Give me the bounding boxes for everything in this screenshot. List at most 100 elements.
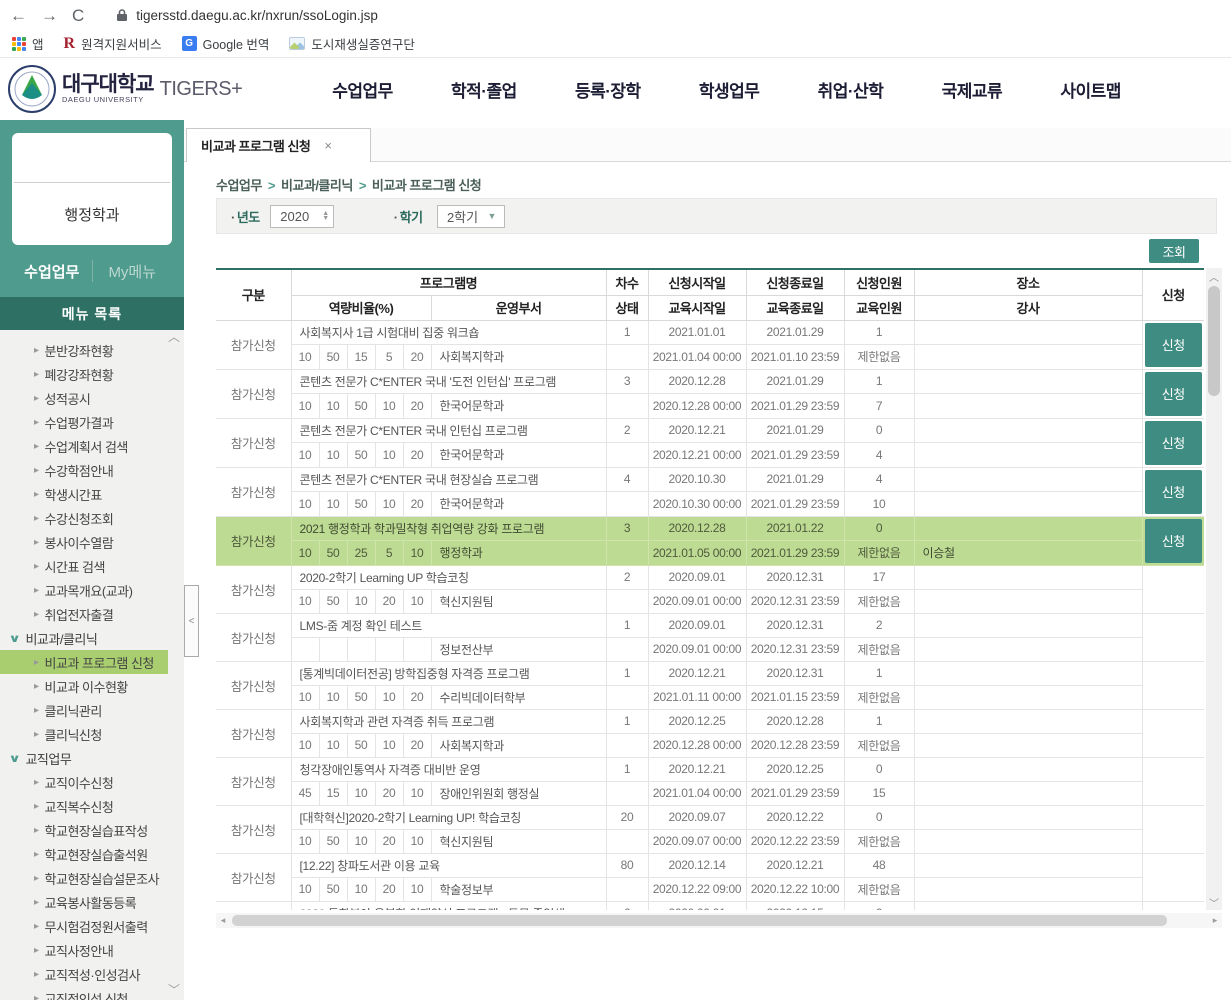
nav-international[interactable]: 국제교류 [942,77,1003,102]
apply-button[interactable]: 신청 [1145,421,1203,465]
sidebar-item[interactable]: ▸교육봉사활동등록 [0,890,184,914]
sidebar-item[interactable]: ▸무시험검정원서출력 [0,914,184,938]
spinner-arrows-icon[interactable]: ▲▼ [319,211,333,221]
apply-button[interactable]: 신청 [1145,519,1203,563]
col-status: 상태 [606,295,648,320]
table-vertical-scrollbar[interactable]: ︿ ﹀ [1206,268,1222,910]
cell-program-name: LMS-줌 계정 확인 테스트 [291,613,606,637]
program-row: 참가신청[12.22] 창파도서관 이용 교육802020.12.142020.… [216,853,1204,877]
nav-career[interactable]: 취업·산학 [818,77,884,102]
sidebar-group[interactable]: ∨교직업무 [0,746,184,770]
sidebar-item[interactable]: ▸수강신청조회 [0,506,184,530]
cell-department: 혁신지원팀 [431,829,606,853]
nav-registration[interactable]: 등록·장학 [575,77,641,102]
scrollbar-thumb[interactable] [232,915,1167,926]
cell-place [914,369,1142,394]
cell-ratio: 10 [291,877,319,901]
sidebar-item[interactable]: ▸교직사정안내 [0,938,184,962]
apply-button[interactable]: 신청 [1145,323,1203,367]
sidebar-group[interactable]: ∨비교과/클리닉 [0,626,184,650]
sidebar-item[interactable]: ▸학교현장실습설문조사 [0,866,184,890]
forward-icon[interactable]: → [41,7,58,24]
sidebar-item[interactable]: ▸비교과 이수현황 [0,674,184,698]
sidebar-item[interactable]: ▸시간표 검색 [0,554,184,578]
sidebar-item[interactable]: ▸봉사이수열람 [0,530,184,554]
sidebar-item[interactable]: ▸클리닉관리 [0,698,184,722]
table-horizontal-scrollbar[interactable]: ◂ ▸ [216,913,1222,928]
triangle-right-icon: ▸ [34,513,39,524]
nav-student-affairs[interactable]: 학생업무 [699,77,760,102]
bookmark-label: 앱 [32,34,44,53]
chevron-down-icon: ∨ [8,752,20,765]
scroll-left-icon[interactable]: ◂ [216,913,230,928]
nav-sitemap[interactable]: 사이트맵 [1060,77,1121,102]
close-icon[interactable]: × [324,138,332,153]
scroll-down-icon[interactable]: ﹀ [168,981,180,998]
triangle-right-icon: ▸ [34,345,39,356]
sidebar-item-label: 폐강강좌현황 [45,365,114,384]
scrollbar-thumb[interactable] [1208,286,1220,396]
scroll-up-icon[interactable]: ︿ [168,330,180,345]
brand[interactable]: 대구대학교 DAEGU UNIVERSITY TIGERS+ [62,74,242,104]
sidebar-item[interactable]: ▸교직복수신청 [0,794,184,818]
sidebar-item[interactable]: ▸수업평가결과 [0,410,184,434]
cell-apply-count: 0 [844,901,914,910]
scroll-right-icon[interactable]: ▸ [1208,913,1222,928]
triangle-right-icon: ▸ [34,777,39,788]
sidebar-item[interactable]: ▸교직적성·인성검사 [0,962,184,986]
cell-place [914,709,1142,733]
sidebar-item[interactable]: ▸폐강강좌현황 [0,362,184,386]
cell-apply-start: 2020.09.01 [648,565,746,589]
sidebar-item[interactable]: ▸교과목개요(교과) [0,578,184,602]
nav-records[interactable]: 학적·졸업 [451,77,517,102]
search-button[interactable]: 조회 [1149,239,1199,263]
sidebar-item[interactable]: ▸교직이수신청 [0,770,184,794]
sidebar-tab-mymenu[interactable]: My메뉴 [93,261,173,282]
cell-place [914,661,1142,685]
cell-apply-start: 2020.12.14 [648,853,746,877]
cell-status [606,781,648,805]
nav-classes[interactable]: 수업업무 [332,77,393,102]
cell-edu-end: 2021.01.10 23:59 [746,345,844,370]
bookmark-research-group[interactable]: 도시재생실증연구단 [289,34,415,53]
sidebar-item[interactable]: ▸취업전자출결 [0,602,184,626]
apply-button[interactable]: 신청 [1145,470,1203,514]
sidebar-item[interactable]: ▸클리닉신청 [0,722,184,746]
cell-apply-start: 2020.12.21 [648,757,746,781]
reload-icon[interactable]: C [72,7,84,24]
sidebar-item[interactable]: ▸수강학점안내 [0,458,184,482]
cell-edu-count: 15 [844,781,914,805]
sidebar-item-active[interactable]: ▸비교과 프로그램 신청 [0,650,168,674]
sidebar-item[interactable]: ▸학생시간표 [0,482,184,506]
program-table-head: 구분 프로그램명 차수 신청시작일 신청종료일 신청인원 장소 신청 역량비율(… [216,270,1204,320]
program-row: 참가신청콘텐츠 전문가 C*ENTER 국내 '도전 인턴십' 프로그램3202… [216,369,1204,394]
year-spinner[interactable]: 2020 ▲▼ [270,205,334,228]
semester-label: 학기 [394,207,423,226]
cell-edu-count: 7 [844,394,914,419]
sidebar-item[interactable]: ▸학교현장실습표작성 [0,818,184,842]
sidebar-item[interactable]: ▸교직적인성 신청 [0,986,184,1000]
back-icon[interactable]: ← [10,7,27,24]
sidebar-item[interactable]: ▸분반강좌현황 [0,338,184,362]
apply-button[interactable]: 신청 [1145,372,1203,416]
bookmark-remote-support[interactable]: R 원격지원서비스 [64,34,162,53]
cell-ratio: 10 [347,877,375,901]
sidebar-item[interactable]: ▸성적공시 [0,386,184,410]
sidebar-collapse-handle[interactable]: < [184,585,199,657]
cell-ratio: 50 [347,733,375,757]
scroll-down-icon[interactable]: ﹀ [1206,894,1222,910]
cell-ratio: 20 [403,685,431,709]
sidebar-item[interactable]: ▸수업계획서 검색 [0,434,184,458]
bookmark-google-translate[interactable]: G Google 번역 [182,34,270,53]
cell-status [606,394,648,419]
sidebar-tab-classwork[interactable]: 수업업무 [12,261,92,282]
page-tab[interactable]: 비교과 프로그램 신청 × [186,128,371,162]
bookmark-apps[interactable]: 앱 [12,34,44,53]
scroll-up-icon[interactable]: ︿ [1206,268,1222,284]
program-subrow: 정보전산부2020.09.01 00:002020.12.31 23:59제한없… [216,637,1204,661]
address-bar[interactable]: tigersstd.daegu.ac.kr/nxrun/ssoLogin.jsp [116,8,378,23]
cell-category: 참가신청 [216,565,291,613]
cell-ratio: 5 [375,345,403,370]
semester-select[interactable]: 2학기 ▼ [437,205,505,228]
sidebar-item[interactable]: ▸학교현장실습출석원 [0,842,184,866]
